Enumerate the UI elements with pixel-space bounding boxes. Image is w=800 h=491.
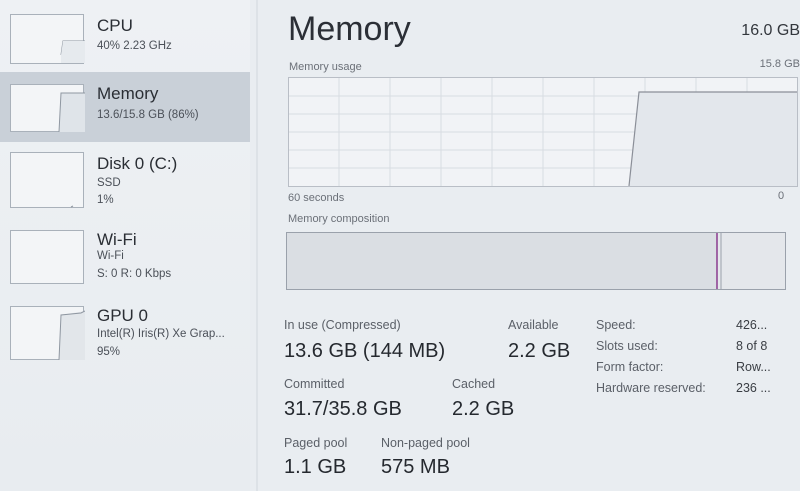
sidebar-item-wifi[interactable]: Wi-Fi Wi-Fi S: 0 R: 0 Kbps [0,218,250,290]
spec-hw-reserved-value: 236 ... [736,381,771,395]
in-use-value: 13.6 GB (144 MB) [284,340,446,362]
spec-speed-label: Speed: [596,318,636,332]
memory-thumbnail-graph [10,84,85,133]
usage-graph-max: 15.8 GB [759,58,800,70]
sidebar-item-detail: 13.6/15.8 GB (86%) [97,109,199,121]
spec-slots-label: Slots used: [596,339,658,353]
sidebar-item-detail: SSD [97,177,121,189]
disk-thumbnail-graph [10,152,84,208]
sidebar-item-throughput: S: 0 R: 0 Kbps [97,268,172,280]
available-value: 2.2 GB [508,340,571,362]
usage-graph-plot [289,78,797,186]
sidebar-item-title: Wi-Fi [97,230,137,249]
cached-value: 2.2 GB [452,398,515,420]
committed-label: Committed [284,377,345,391]
nonpaged-pool-value: 575 MB [381,456,450,478]
memory-usage-graph [288,77,798,187]
committed-value: 31.7/35.8 GB [284,398,402,420]
graph-time-label: 60 seconds [288,192,345,204]
paged-pool-value: 1.1 GB [284,456,347,478]
paged-pool-label: Paged pool [284,436,348,450]
sidebar-item-usage: 1% [97,194,114,206]
spec-slots-value: 8 of 8 [736,339,768,353]
composition-label: Memory composition [288,213,390,225]
total-memory: 16.0 GB [741,22,800,39]
sidebar-item-detail: Wi-Fi [97,250,124,262]
spec-form-factor-label: Form factor: [596,360,664,374]
sidebar-item-memory[interactable]: Memory 13.6/15.8 GB (86%) [0,72,250,142]
sidebar-item-detail: Intel(R) Iris(R) Xe Grap... [97,328,225,340]
sidebar-item-cpu[interactable]: CPU 40% 2.23 GHz [0,4,250,76]
usage-graph-label: Memory usage [289,61,362,73]
spec-form-factor-value: Row... [736,360,771,374]
wifi-thumbnail-graph [10,230,84,284]
spec-hw-reserved-label: Hardware reserved: [596,381,706,395]
sidebar-item-disk[interactable]: Disk 0 (C:) SSD 1% [0,142,250,214]
sidebar-item-title: GPU 0 [97,306,149,325]
in-use-label: In use (Compressed) [284,318,401,332]
panel-divider [256,0,258,491]
sidebar-item-title: CPU [97,16,133,35]
sidebar-item-usage: 95% [97,346,121,358]
sidebar-item-detail: 40% 2.23 GHz [97,40,172,52]
spec-speed-value: 426... [736,318,768,332]
cached-label: Cached [452,377,496,391]
memory-composition-bar [286,232,786,290]
available-label: Available [508,318,559,332]
gpu-thumbnail-graph [10,306,85,361]
page-title: Memory [288,10,411,48]
cpu-thumbnail-graph [10,14,85,64]
sidebar-item-title: Memory [97,84,159,103]
graph-time-end: 0 [778,190,785,202]
sidebar: CPU 40% 2.23 GHz Memory 13.6/15.8 GB (86… [0,0,250,491]
main-panel: Memory 16.0 GB Memory usage 15.8 GB 60 s… [262,0,800,491]
sidebar-item-gpu[interactable]: GPU 0 Intel(R) Iris(R) Xe Grap... 95% [0,294,250,374]
sidebar-item-title: Disk 0 (C:) [97,154,178,173]
nonpaged-pool-label: Non-paged pool [381,436,470,450]
